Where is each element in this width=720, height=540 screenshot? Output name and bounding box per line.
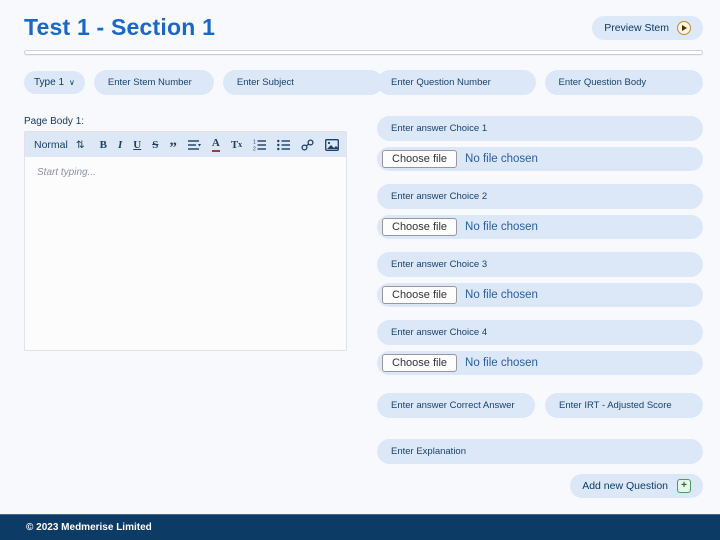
progress-bar <box>24 50 703 55</box>
add-new-question-label: Add new Question <box>582 480 668 492</box>
question-body-input[interactable] <box>545 70 704 95</box>
ordered-list-icon[interactable]: 12 <box>253 139 266 151</box>
choice-4-choose-file-button[interactable]: Choose file <box>382 354 457 372</box>
preview-stem-label: Preview Stem <box>604 22 669 34</box>
choice-1-file-status: No file chosen <box>465 153 538 165</box>
add-new-question-button[interactable]: Add new Question + <box>570 474 703 498</box>
scoring-row <box>377 393 703 418</box>
choice-group-4: Choose file No file chosen <box>377 320 703 375</box>
explanation-input[interactable] <box>377 439 703 464</box>
choice-3-file-status: No file chosen <box>465 289 538 301</box>
irt-score-input[interactable] <box>545 393 703 418</box>
question-form-row <box>377 70 703 95</box>
bold-button[interactable]: B <box>100 139 107 151</box>
subject-input[interactable] <box>223 70 383 95</box>
choice-4-file-row: Choose file No file chosen <box>377 351 703 375</box>
italic-button[interactable]: I <box>118 139 122 151</box>
stem-form-row: Type 1 ∨ <box>24 70 347 95</box>
strikethrough-button[interactable]: S <box>152 139 158 151</box>
align-icon[interactable] <box>188 139 201 151</box>
rich-text-editor: Normal ⇅ B I U S ” A Tx 12 <box>24 131 347 351</box>
underline-button[interactable]: U <box>133 139 141 151</box>
answer-choice-1-input[interactable] <box>377 116 703 141</box>
question-number-input[interactable] <box>377 70 536 95</box>
preview-stem-button[interactable]: Preview Stem <box>592 16 703 40</box>
play-icon <box>677 21 691 35</box>
footer: © 2023 Medmerise Limited <box>0 514 720 540</box>
stem-number-input[interactable] <box>94 70 214 95</box>
svg-text:1: 1 <box>253 139 256 145</box>
answer-choice-3-input[interactable] <box>377 252 703 277</box>
choice-1-file-row: Choose file No file chosen <box>377 147 703 171</box>
choice-4-file-status: No file chosen <box>465 357 538 369</box>
type-select[interactable]: Type 1 ∨ <box>24 71 85 94</box>
image-icon[interactable] <box>325 139 339 151</box>
explanation-row <box>377 439 703 464</box>
plus-icon: + <box>677 479 691 493</box>
choice-3-choose-file-button[interactable]: Choose file <box>382 286 457 304</box>
choice-group-1: Choose file No file chosen <box>377 116 703 171</box>
chevron-down-icon: ∨ <box>69 78 75 87</box>
type-select-value: Type 1 <box>34 77 64 88</box>
svg-text:2: 2 <box>253 146 256 151</box>
correct-answer-input[interactable] <box>377 393 535 418</box>
choice-2-choose-file-button[interactable]: Choose file <box>382 218 457 236</box>
blockquote-button[interactable]: ” <box>169 144 177 152</box>
stem-column: Type 1 ∨ Page Body 1: Normal ⇅ B I U S <box>24 70 347 498</box>
content-columns: Type 1 ∨ Page Body 1: Normal ⇅ B I U S <box>24 70 703 498</box>
copyright-text: © 2023 Medmerise Limited <box>26 522 152 533</box>
editor-toolbar: Normal ⇅ B I U S ” A Tx 12 <box>25 132 346 157</box>
text-color-button[interactable]: A <box>212 137 220 152</box>
choice-group-2: Choose file No file chosen <box>377 184 703 239</box>
format-select[interactable]: Normal ⇅ <box>34 139 85 151</box>
choice-3-file-row: Choose file No file chosen <box>377 283 703 307</box>
question-column: Choose file No file chosen Choose file N… <box>377 70 703 498</box>
format-select-value: Normal <box>34 139 68 151</box>
choice-2-file-status: No file chosen <box>465 221 538 233</box>
bullet-list-icon[interactable] <box>277 139 290 151</box>
choice-group-3: Choose file No file chosen <box>377 252 703 307</box>
page-container: Test 1 - Section 1 Preview Stem Type 1 ∨… <box>0 0 720 498</box>
choice-1-choose-file-button[interactable]: Choose file <box>382 150 457 168</box>
answer-choice-4-input[interactable] <box>377 320 703 345</box>
add-question-row: Add new Question + <box>377 474 703 498</box>
header: Test 1 - Section 1 Preview Stem <box>24 0 703 41</box>
page-title: Test 1 - Section 1 <box>24 14 215 41</box>
answer-choice-2-input[interactable] <box>377 184 703 209</box>
link-icon[interactable] <box>301 139 314 151</box>
editor-text-area[interactable]: Start typing... <box>25 157 346 352</box>
updown-icon: ⇅ <box>76 139 85 151</box>
choice-2-file-row: Choose file No file chosen <box>377 215 703 239</box>
clear-format-button[interactable]: Tx <box>231 139 242 151</box>
page-body-label: Page Body 1: <box>24 116 347 127</box>
